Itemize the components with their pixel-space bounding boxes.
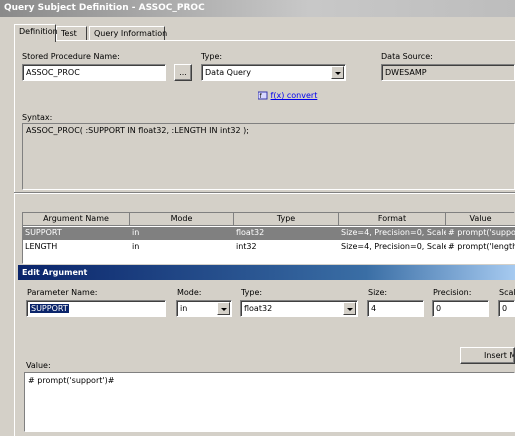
parameter-name-value: SUPPORT	[30, 304, 69, 313]
precision-input[interactable]: 0	[432, 300, 489, 317]
convert-link-label[interactable]: f(x) convert	[271, 91, 318, 100]
chevron-down-icon[interactable]	[343, 302, 356, 315]
column-header-format[interactable]: Format	[339, 213, 446, 226]
edit-argument-header: Edit Argument	[18, 265, 515, 280]
precision-label: Precision:	[433, 288, 472, 297]
argument-type-label: Type:	[241, 288, 263, 297]
tab-query-information[interactable]: Query Information	[89, 26, 167, 41]
size-input[interactable]: 4	[367, 300, 424, 317]
cell-mode: in	[132, 242, 140, 251]
data-source-field: DWESAMP	[381, 64, 515, 81]
tab-test[interactable]: Test	[56, 26, 87, 41]
stored-procedure-input[interactable]: ASSOC_PROC	[22, 64, 166, 81]
column-header-argument-name[interactable]: Argument Name	[23, 213, 130, 226]
cell-type: int32	[236, 242, 257, 251]
syntax-label: Syntax:	[22, 113, 53, 122]
cell-value: # prompt('length')#	[448, 242, 515, 251]
size-label: Size:	[368, 288, 388, 297]
browse-button[interactable]: ...	[174, 64, 192, 81]
scale-label: Scale:	[499, 288, 515, 297]
type-select-value: Data Query	[205, 68, 251, 77]
cell-format: Size=4, Precision=0, Scale=0	[341, 228, 446, 237]
parameter-name-label: Parameter Name:	[27, 288, 98, 297]
table-row[interactable]: LENGTH in int32 Size=4, Precision=0, Sca…	[23, 241, 515, 254]
arguments-table: Argument Name Mode Type Format Value SUP…	[22, 212, 515, 264]
syntax-field: ASSOC_PROC( :SUPPORT IN float32, :LENGTH…	[22, 123, 515, 190]
table-header: Argument Name Mode Type Format Value	[23, 213, 515, 226]
divider	[14, 192, 515, 194]
mode-select-value: in	[180, 304, 188, 313]
cell-type: float32	[236, 228, 265, 237]
mode-select[interactable]: in	[176, 300, 232, 317]
cell-argument-name: SUPPORT	[25, 228, 62, 237]
cell-value: # prompt('support')#	[448, 228, 515, 237]
value-text: # prompt('support')#	[28, 376, 115, 385]
function-icon: f	[257, 91, 268, 100]
cell-mode: in	[132, 228, 140, 237]
chevron-down-icon[interactable]	[331, 66, 344, 79]
type-select[interactable]: Data Query	[201, 64, 346, 81]
column-header-value[interactable]: Value	[446, 213, 515, 226]
column-header-type[interactable]: Type	[234, 213, 339, 226]
convert-link[interactable]: f f(x) convert	[257, 91, 318, 100]
scale-input[interactable]: 0	[498, 300, 515, 317]
chevron-down-icon[interactable]	[217, 302, 230, 315]
parameter-name-input[interactable]: SUPPORT	[26, 300, 166, 317]
tab-definition[interactable]: Definition	[14, 24, 58, 42]
cell-format: Size=4, Precision=0, Scale=0	[341, 242, 446, 251]
value-label: Value:	[26, 361, 51, 370]
window-title: Query Subject Definition - ASSOC_PROC	[0, 0, 515, 17]
column-header-mode[interactable]: Mode	[130, 213, 234, 226]
data-source-label: Data Source:	[381, 52, 433, 61]
argument-type-select[interactable]: float32	[240, 300, 358, 317]
insert-macro-button[interactable]: Insert Macro	[460, 347, 515, 364]
cell-argument-name: LENGTH	[25, 242, 58, 251]
stored-procedure-label: Stored Procedure Name:	[22, 52, 120, 61]
table-row[interactable]: SUPPORT in float32 Size=4, Precision=0, …	[23, 227, 515, 240]
type-label: Type:	[201, 52, 223, 61]
value-editor[interactable]: # prompt('support')#	[24, 372, 515, 432]
mode-label: Mode:	[177, 288, 202, 297]
argument-type-value: float32	[244, 304, 273, 313]
syntax-text: ASSOC_PROC( :SUPPORT IN float32, :LENGTH…	[26, 126, 249, 135]
